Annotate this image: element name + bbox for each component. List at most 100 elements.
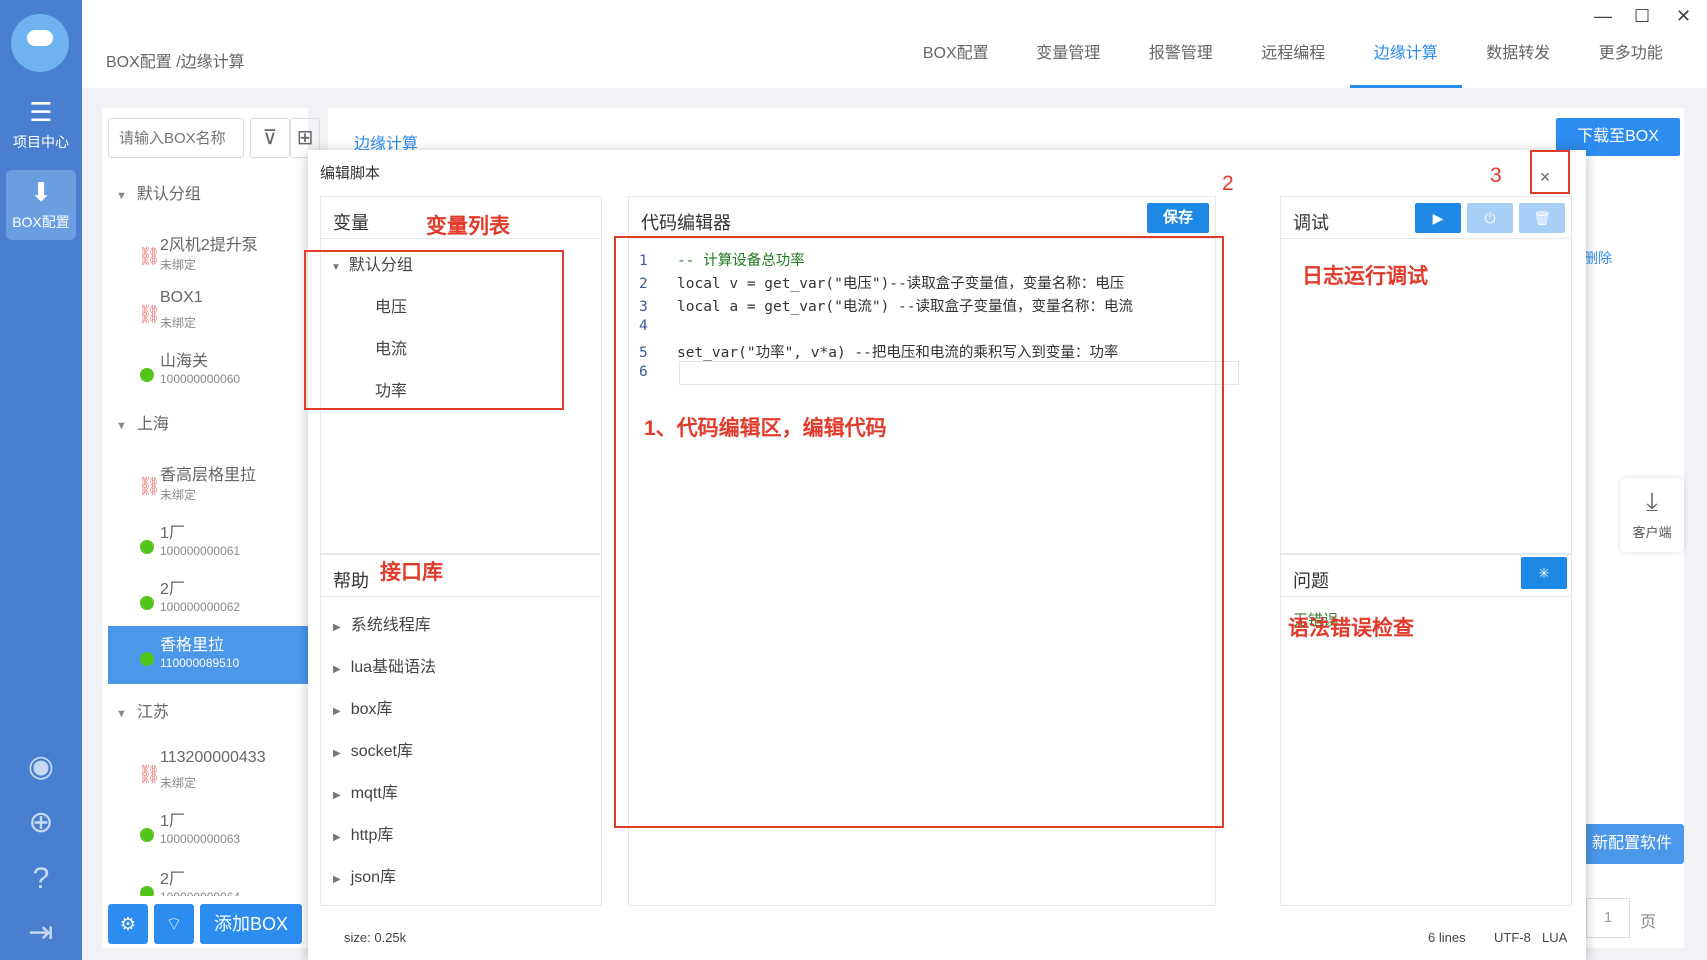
encoding: UTF-8 <box>1494 930 1531 945</box>
problems-panel: 问题 ✳ 无错误 <box>1280 554 1572 906</box>
edge-computing-tab[interactable]: 边缘计算 <box>336 110 436 154</box>
maximize-button[interactable]: ☐ <box>1634 6 1650 27</box>
caret-down-icon: ▼ <box>116 708 127 720</box>
box-item[interactable]: 1厂 100000000061 <box>102 514 308 572</box>
annotation-code-area: 1、代码编辑区，编辑代码 <box>644 417 887 440</box>
close-window-button[interactable]: ✕ <box>1676 6 1691 27</box>
box-item[interactable]: ⛓ BOX1 未绑定 <box>102 284 308 342</box>
trash-icon[interactable]: 🗑 <box>1519 203 1565 233</box>
box-item[interactable]: ⛓ 香高层格里拉 未绑定 <box>102 456 308 514</box>
globe-icon[interactable]: ⊕ <box>22 804 60 842</box>
grid-list-icon: ☰ <box>29 97 53 127</box>
client-button[interactable]: ⤓ 客户端 <box>1620 478 1684 552</box>
caret-right-icon: ▶ <box>333 832 341 843</box>
box-search-input[interactable] <box>108 118 244 158</box>
add-box-button[interactable]: 添加BOX <box>200 904 302 944</box>
box-item[interactable]: 2厂 100000000062 <box>102 570 308 628</box>
caret-down-icon: ▼ <box>116 190 127 202</box>
page-input[interactable]: 1 <box>1586 898 1630 938</box>
help-item-socket-lib[interactable]: ▶ socket库 <box>333 737 413 761</box>
help-item-mqtt-lib[interactable]: ▶ mqtt库 <box>333 779 398 803</box>
help-item-box-lib[interactable]: ▶ box库 <box>333 695 393 719</box>
minimize-button[interactable]: — <box>1594 6 1612 27</box>
settings-icon[interactable]: ⚙ <box>108 904 148 944</box>
box-item[interactable]: 山海关 100000000060 <box>102 342 308 400</box>
caret-down-icon: ▼ <box>116 420 127 432</box>
box-item[interactable]: 1厂 100000000063 <box>102 802 308 860</box>
caret-right-icon: ▶ <box>333 748 341 759</box>
left-rail: ☰ 项目中心 ⬇ BOX配置 ◉ ⊕ ? ⇥ <box>0 0 82 960</box>
logout-icon[interactable]: ⇥ <box>22 914 60 952</box>
box-item[interactable]: 2厂 100000000064 <box>102 860 308 896</box>
tab-box-config[interactable]: BOX配置 <box>900 40 1013 88</box>
caret-right-icon: ▶ <box>333 664 341 675</box>
edit-script-dialog: 编辑脚本 × 变量 ▼ 默认分组 电压 电流 功率 帮助 ▶ 系统线程库 ▶ lua基… <box>304 150 1586 960</box>
rail-item-project-center[interactable]: ☰ 项目中心 <box>0 98 82 152</box>
rail-item-box-config[interactable]: ⬇ BOX配置 <box>6 170 76 240</box>
caret-right-icon: ▶ <box>333 874 341 885</box>
annotation-interface-lib: 接口库 <box>380 561 443 584</box>
tab-data-forwarding[interactable]: 数据转发 <box>1462 40 1575 88</box>
online-status-dot <box>140 828 154 842</box>
online-status-dot <box>140 886 154 896</box>
dialog-title: 编辑脚本 <box>320 165 381 182</box>
annotation-number-3: 3 <box>1490 164 1502 187</box>
tab-alarm-management[interactable]: 报警管理 <box>1125 40 1238 88</box>
group-shanghai[interactable]: ▼ 上海 <box>116 410 169 434</box>
line-count: 6 lines <box>1428 930 1466 945</box>
help-item-lua-basics[interactable]: ▶ lua基础语法 <box>333 653 436 677</box>
language-mode: LUA <box>1542 930 1568 945</box>
annotation-variable-list: 变量列表 <box>426 215 510 238</box>
app-logo <box>11 14 69 72</box>
box-item[interactable]: ⛓ 2风机2提升泵 未绑定 <box>102 226 308 284</box>
download-icon: ⤓ <box>1646 486 1658 516</box>
filter-icon[interactable]: ⊽ <box>250 118 290 158</box>
box-item[interactable]: ⛓ 113200000433 未绑定 <box>102 744 308 802</box>
group-jiangsu[interactable]: ▼ 江苏 <box>116 698 169 722</box>
status-bar: size: 0.25k 6 lines UTF-8 LUA <box>308 910 1586 960</box>
annotation-syntax-check: 语法错误检查 <box>1288 617 1414 640</box>
caret-right-icon: ▶ <box>333 622 341 633</box>
online-status-dot <box>140 368 154 382</box>
run-icon[interactable]: ▶ <box>1415 203 1461 233</box>
online-status-dot <box>140 652 154 666</box>
new-config-software-button[interactable]: 新配置软件 <box>1580 824 1684 864</box>
caret-right-icon: ▶ <box>333 706 341 717</box>
tab-edge-computing[interactable]: 边缘计算 <box>1349 40 1462 88</box>
refresh-spinner-icon[interactable]: ✳ <box>1521 557 1567 589</box>
online-status-dot <box>140 596 154 610</box>
annotation-number-2: 2 <box>1222 172 1234 195</box>
annotation-box-close <box>1530 150 1570 194</box>
tab-remote-programming[interactable]: 远程编程 <box>1237 40 1350 88</box>
save-button[interactable]: 保存 <box>1147 203 1209 233</box>
help-icon[interactable]: ? <box>22 860 60 898</box>
download-tray-icon: ⬇ <box>30 177 52 207</box>
help-item-json-lib[interactable]: ▶ json库 <box>333 863 396 887</box>
unlink-icon: ⛓ <box>138 764 161 784</box>
box-item-selected[interactable]: 香格里拉 110000089510 <box>108 626 308 684</box>
unlink-icon: ⛓ <box>138 246 161 266</box>
wifi-off-icon[interactable]: ⌔ <box>154 904 194 944</box>
stop-power-icon[interactable]: ⏻ <box>1467 203 1513 233</box>
tab-more-features[interactable]: 更多功能 <box>1575 40 1688 88</box>
annotation-log-debug: 日志运行调试 <box>1302 265 1428 288</box>
online-status-dot <box>140 540 154 554</box>
group-default[interactable]: ▼ 默认分组 <box>116 180 201 204</box>
tab-variable-management[interactable]: 变量管理 <box>1012 40 1125 88</box>
breadcrumb: BOX配置 /边缘计算 <box>106 54 245 71</box>
caret-right-icon: ▶ <box>333 790 341 801</box>
box-list-panel: ⊽ ⊞ ▼默认分组 ⛓ 2风机2提升泵 未绑定 ⛓ BOX1 未绑定 山海关 1… <box>102 108 320 948</box>
annotation-box-variables <box>304 250 564 410</box>
debug-panel: 调试 ▶ ⏻ 🗑 <box>1280 196 1572 554</box>
help-panel: 帮助 ▶ 系统线程库 ▶ lua基础语法 ▶ box库 ▶ socket库 ▶ mqtt库… <box>320 554 602 906</box>
page-unit-label: 页 <box>1640 914 1657 931</box>
annotation-box-code <box>614 236 1224 828</box>
help-item-system-thread[interactable]: ▶ 系统线程库 <box>333 611 431 635</box>
delete-link[interactable]: 删除 <box>1584 248 1612 268</box>
main-nav-tabs: BOX配置 变量管理 报警管理 远程编程 边缘计算 数据转发 更多功能 <box>900 40 1707 88</box>
code-editor-header: 代码编辑器 <box>629 197 1215 239</box>
unlink-icon: ⛓ <box>138 476 161 496</box>
user-icon[interactable]: ◉ <box>22 748 60 786</box>
help-item-http-lib[interactable]: ▶ http库 <box>333 821 393 845</box>
help-header: 帮助 <box>321 555 601 597</box>
